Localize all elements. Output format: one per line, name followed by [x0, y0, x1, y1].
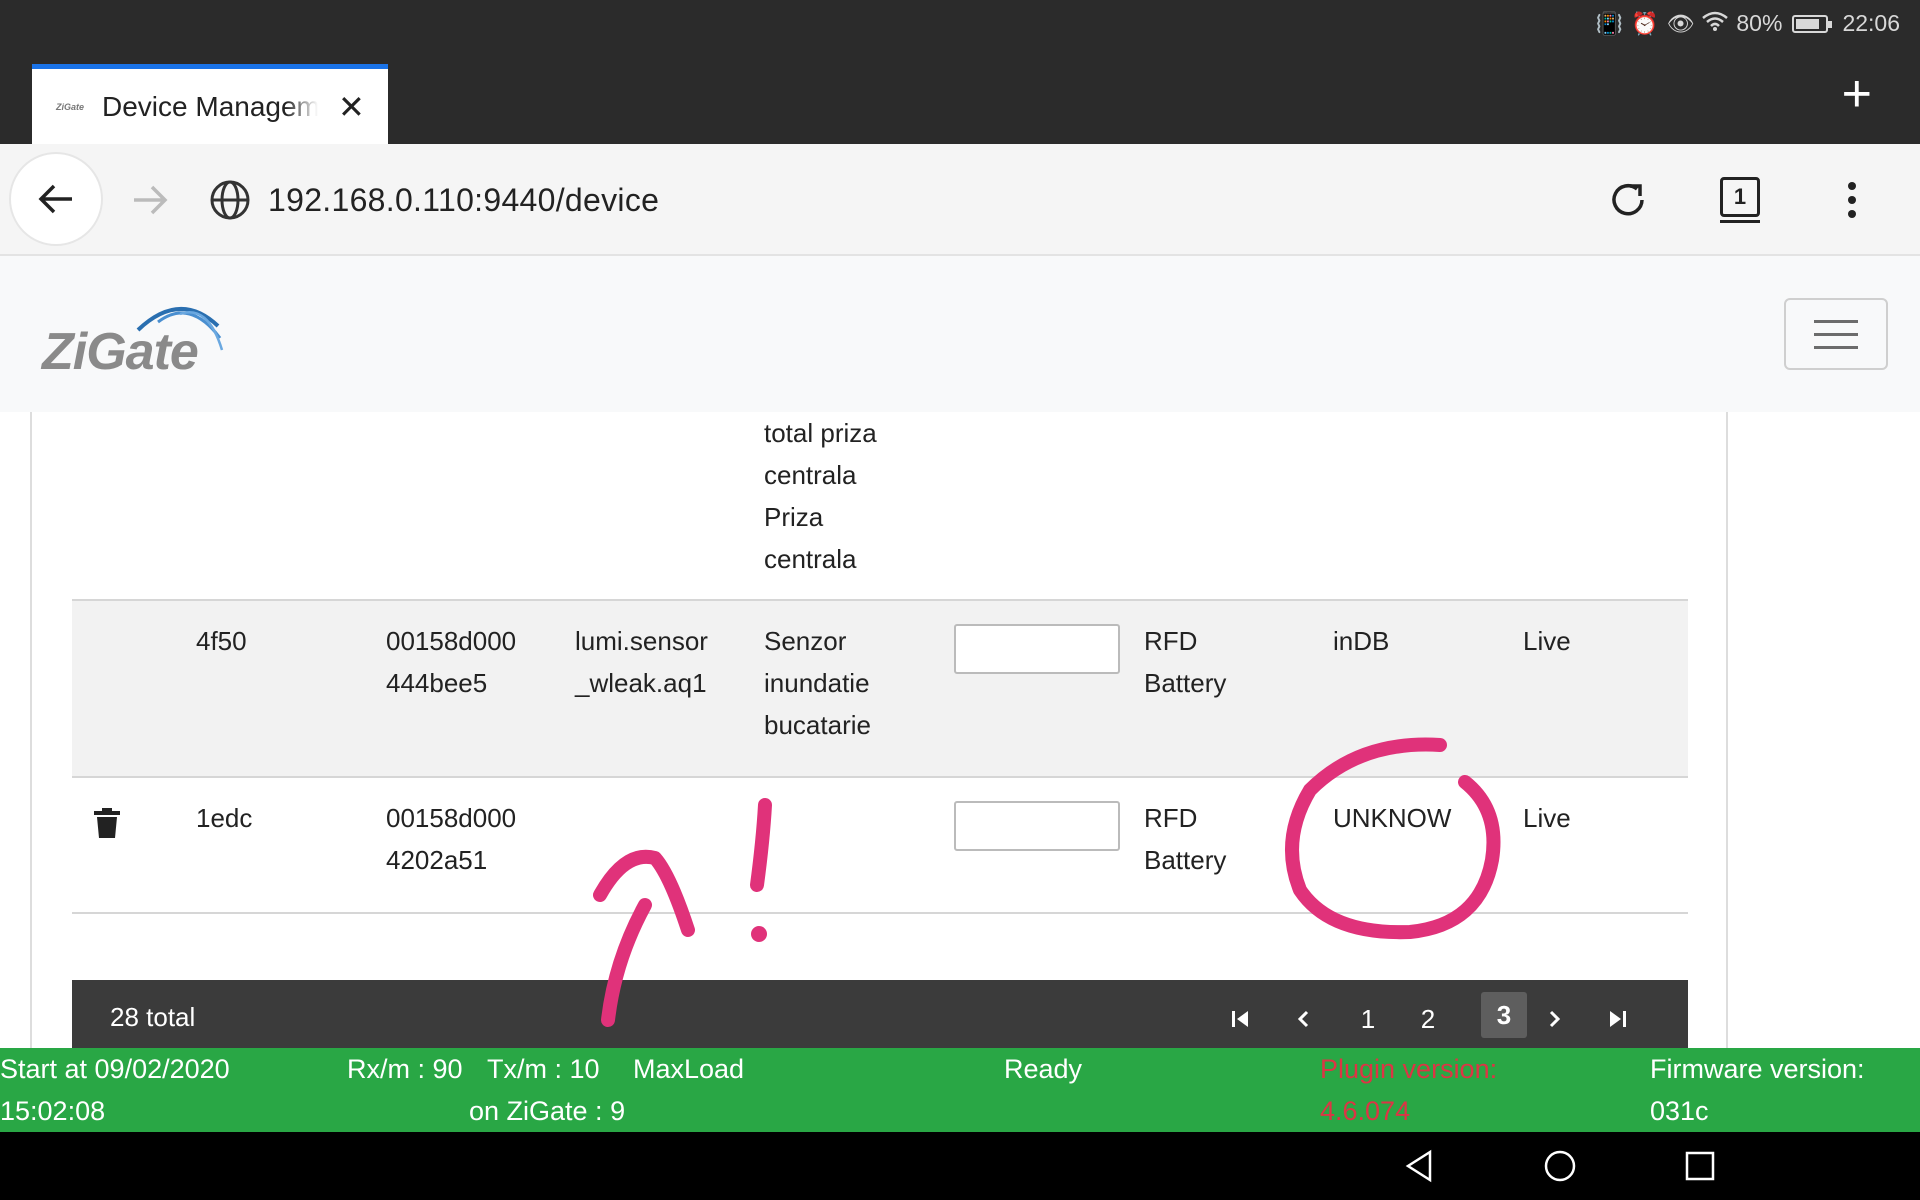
- firmware-line: Firmware version:: [1650, 1054, 1865, 1084]
- power-line: RFD: [1144, 626, 1198, 656]
- globe-icon: [210, 180, 250, 220]
- ieee-line: 00158d000: [386, 803, 517, 833]
- card-border-left: [30, 412, 32, 1048]
- plugin-version: Plugin version: 4.6.074: [1320, 1048, 1497, 1132]
- device-status: inDB: [1333, 626, 1390, 656]
- power-type: RFD Battery: [1144, 620, 1226, 704]
- power-line: Battery: [1144, 668, 1227, 698]
- device-health: Live: [1523, 803, 1571, 833]
- first-page-icon[interactable]: [1218, 997, 1262, 1041]
- rename-input[interactable]: [954, 801, 1120, 851]
- nav-recents-icon[interactable]: [1680, 1146, 1720, 1186]
- partial-line: Priza: [764, 502, 824, 532]
- table-row: [72, 600, 1688, 776]
- vibrate-icon: 📳: [1595, 10, 1624, 36]
- browser-tab[interactable]: ZiGate Device Management ✕: [32, 64, 388, 144]
- tx-rate: Tx/m : 10: [487, 1054, 600, 1084]
- address-bar: 192.168.0.110:9440/device 1: [0, 144, 1920, 256]
- app-navbar: ZiGate: [0, 256, 1920, 412]
- partial-line: centrala: [764, 460, 857, 490]
- plugin-line: Plugin version:: [1320, 1054, 1498, 1084]
- ieee-line: 444bee5: [386, 668, 488, 698]
- page-button-2[interactable]: 2: [1406, 997, 1450, 1041]
- start-line: 15:02:08: [0, 1096, 106, 1126]
- short-address: 1edc: [196, 803, 253, 833]
- clock: 22:06: [1842, 10, 1900, 36]
- navbar-toggle-button[interactable]: [1784, 298, 1888, 370]
- rx-rate: Rx/m : 90: [347, 1054, 463, 1084]
- card-border-right: [1726, 412, 1728, 1048]
- row-divider: [72, 912, 1688, 914]
- start-time: Start at 09/02/2020 15:02:08: [0, 1048, 230, 1132]
- maxload-value: on ZiGate : 9: [469, 1096, 626, 1126]
- device-status: UNKNOW: [1333, 803, 1452, 833]
- power-line: Battery: [1144, 845, 1227, 875]
- new-tab-icon[interactable]: +: [1842, 68, 1872, 120]
- power-line: RFD: [1144, 803, 1198, 833]
- prev-page-icon[interactable]: [1282, 997, 1326, 1041]
- partial-row-name: total priza centrala Priza centrala: [764, 412, 877, 580]
- favicon-text: ZiGate: [56, 101, 85, 112]
- partial-line: total priza: [764, 418, 877, 448]
- alarm-icon: ⏰: [1631, 10, 1659, 36]
- status-icons: 📳 ⏰ 👁 80% 22:06: [1596, 10, 1900, 37]
- ieee-line: 4202a51: [386, 845, 488, 875]
- model-line: _wleak.aq1: [575, 668, 707, 698]
- page-button-3[interactable]: 3: [1481, 992, 1527, 1038]
- android-status-bar: 📳 ⏰ 👁 80% 22:06: [0, 0, 1920, 50]
- logo-text: ZiGate: [42, 323, 199, 381]
- device-table-area: total priza centrala Priza centrala 4f50…: [0, 412, 1920, 1048]
- device-name: Senzor inundatie bucatarie: [764, 620, 871, 746]
- total-count: 28 total: [110, 1002, 196, 1032]
- next-page-icon[interactable]: [1532, 997, 1576, 1041]
- partial-line: centrala: [764, 544, 857, 574]
- battery-percent: 80%: [1736, 10, 1783, 36]
- browser-tab-strip: ZiGate Device Management ✕ +: [0, 50, 1920, 144]
- page-button-1[interactable]: 1: [1346, 997, 1390, 1041]
- ieee-address: 00158d000 444bee5: [386, 620, 516, 704]
- url-field[interactable]: 192.168.0.110:9440/device: [268, 182, 659, 219]
- firmware-line: 031c: [1650, 1096, 1709, 1126]
- favicon-icon: ZiGate: [56, 95, 86, 119]
- battery-fill: [1796, 18, 1819, 29]
- model-line: lumi.sensor: [575, 626, 708, 656]
- forward-button[interactable]: [122, 172, 178, 228]
- zigate-state: Ready: [1004, 1054, 1083, 1084]
- maxload-label: MaxLoad: [633, 1054, 745, 1084]
- arrow-left-icon: [38, 184, 72, 214]
- name-line: bucatarie: [764, 710, 871, 740]
- ieee-address: 00158d000 4202a51: [386, 797, 516, 881]
- eye-comfort-icon: 👁: [1666, 10, 1695, 36]
- nav-home-icon[interactable]: [1540, 1146, 1580, 1186]
- status-footer: Start at 09/02/2020 15:02:08 Rx/m : 90 T…: [0, 1048, 1920, 1132]
- back-button[interactable]: [9, 152, 103, 246]
- power-type: RFD Battery: [1144, 797, 1226, 881]
- device-health: Live: [1523, 626, 1571, 656]
- firmware-version: Firmware version: 031c: [1650, 1048, 1865, 1132]
- android-nav-bar: [0, 1132, 1920, 1200]
- start-line: Start at 09/02/2020: [0, 1054, 230, 1084]
- ieee-line: 00158d000: [386, 626, 517, 656]
- rename-input[interactable]: [954, 624, 1120, 674]
- short-address: 4f50: [196, 626, 247, 656]
- name-line: inundatie: [764, 668, 870, 698]
- tab-title: Device Management: [102, 90, 318, 122]
- row-divider: [72, 599, 1688, 601]
- wifi-icon: [1702, 11, 1729, 37]
- row-divider: [72, 776, 1688, 778]
- battery-icon: [1792, 14, 1833, 33]
- close-tab-icon[interactable]: ✕: [338, 91, 365, 123]
- model-name: lumi.sensor _wleak.aq1: [575, 620, 708, 704]
- reload-icon[interactable]: [1604, 176, 1652, 224]
- tab-switcher-button[interactable]: 1: [1720, 177, 1760, 223]
- zigate-logo[interactable]: ZiGate: [40, 296, 230, 381]
- name-line: Senzor: [764, 626, 847, 656]
- pagination-bar: 28 total 1 2 3: [72, 980, 1688, 1048]
- plugin-line: 4.6.074: [1320, 1096, 1411, 1126]
- last-page-icon[interactable]: [1596, 997, 1640, 1041]
- arrow-right-icon: [134, 185, 168, 215]
- browser-menu-icon[interactable]: [1836, 176, 1868, 224]
- nav-back-icon[interactable]: [1400, 1146, 1440, 1186]
- trash-icon[interactable]: [94, 808, 120, 838]
